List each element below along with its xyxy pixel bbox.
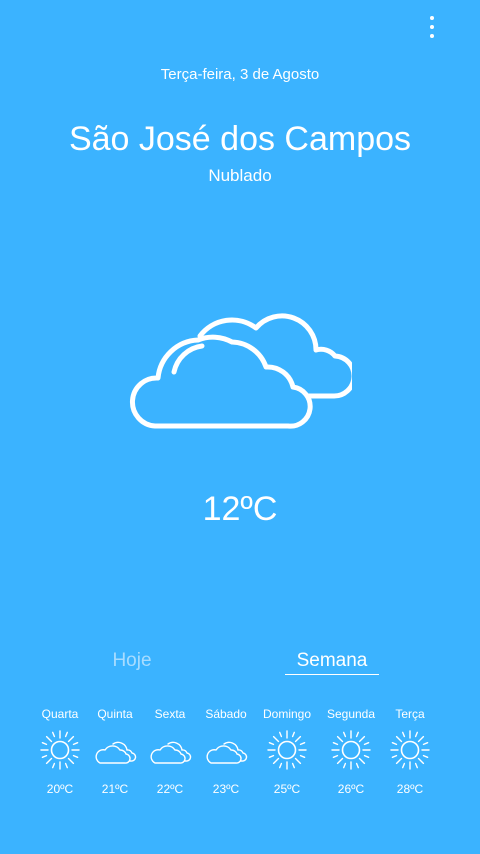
cloudy-icon xyxy=(129,313,352,429)
weather-condition: Nublado xyxy=(208,166,272,185)
sun-icon xyxy=(267,730,307,770)
current-date: Terça-feira, 3 de Agosto xyxy=(160,66,320,83)
cloud-icon xyxy=(150,741,192,764)
forecast-day: Sábado 23ºC xyxy=(191,706,261,796)
more-options-button[interactable] xyxy=(428,16,436,38)
cloud-icon xyxy=(206,741,248,764)
forecast-temp: 25ºC xyxy=(273,782,301,796)
city-name: São José dos Campos xyxy=(68,120,412,158)
forecast-day-name: Sábado xyxy=(205,707,247,721)
sun-icon xyxy=(390,730,430,770)
cloud-icon xyxy=(95,741,137,764)
forecast-day-name: Domingo xyxy=(262,707,312,721)
tab-week[interactable]: Semana xyxy=(285,650,379,675)
forecast-day: Domingo 25ºC xyxy=(252,706,322,796)
forecast-day-name: Terça xyxy=(395,707,425,721)
forecast-day: Terça 28ºC xyxy=(375,706,445,796)
forecast-temp: 23ºC xyxy=(212,782,240,796)
weekly-forecast: Quarta 20ºC Quinta 21ºC Sexta 22ºC Sábad… xyxy=(30,706,450,806)
tab-today[interactable]: Hoje xyxy=(90,650,174,672)
more-vert-icon xyxy=(430,16,434,20)
sun-icon xyxy=(331,730,371,770)
sun-icon xyxy=(40,730,80,770)
current-temperature: 12ºC xyxy=(202,490,278,528)
forecast-temp: 28ºC xyxy=(396,782,424,796)
